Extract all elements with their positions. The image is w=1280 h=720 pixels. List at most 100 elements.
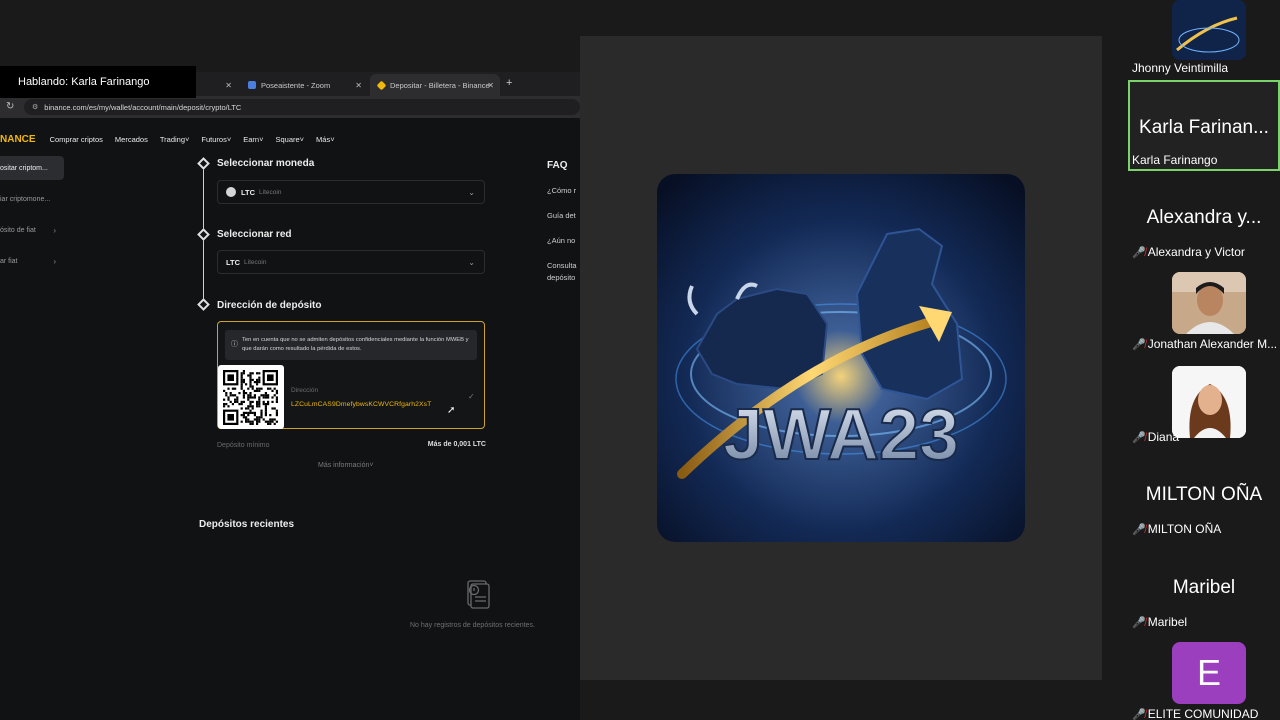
participant-video-jonathan[interactable]: [1172, 272, 1246, 334]
logo-text: JWA23: [723, 395, 959, 475]
info-icon: ⓘ: [231, 341, 238, 348]
participant-display-name: Alexandra y...: [1146, 207, 1262, 228]
participant-name: 🎤̸ Diana: [1132, 430, 1179, 444]
nav-markets[interactable]: Mercados: [115, 135, 148, 144]
close-tab-icon[interactable]: ✕: [355, 81, 362, 90]
participant-video-diana[interactable]: [1172, 366, 1246, 438]
participant-name: Karla Farinango: [1132, 153, 1218, 167]
muted-mic-icon: 🎤̸: [1132, 524, 1146, 536]
site-settings-icon[interactable]: ⚙: [32, 103, 38, 111]
faq-item[interactable]: ¿Aún no: [547, 235, 577, 247]
participant-name-text: Maribel: [1147, 615, 1188, 629]
participant-name-text: ELITE COMUNIDAD: [1147, 707, 1259, 720]
chevron-down-icon: ⌄: [468, 257, 475, 267]
participant-name: 🎤̸ MILTON OÑA: [1132, 522, 1221, 536]
qr-code[interactable]: [218, 365, 284, 429]
coin-select[interactable]: LTC Litecoin ⌄: [217, 180, 485, 204]
reload-icon[interactable]: ↻: [6, 101, 14, 112]
deposit-address-card: ⓘ Ten en cuenta que no se admiten depósi…: [217, 321, 485, 429]
step-deposit-address-title: Dirección de depósito: [217, 300, 322, 311]
faq-item[interactable]: Consulta: [547, 260, 577, 272]
url-field[interactable]: ⚙ binance.com/es/my/wallet/account/main/…: [24, 99, 580, 115]
avatar-letter: E: [1196, 652, 1221, 693]
nav-earn[interactable]: Earn˅: [243, 135, 263, 144]
chevron-down-icon: ⌄: [468, 187, 475, 197]
new-tab-button[interactable]: +: [506, 77, 512, 89]
min-deposit-label: Depósito mínimo: [217, 442, 270, 449]
step-marker-icon: [197, 157, 210, 170]
nav-label: Earn: [243, 134, 260, 144]
jwa23-mini-logo: [1172, 0, 1246, 60]
litecoin-icon: [226, 187, 236, 197]
participant-display-name: Maribel: [1172, 577, 1236, 598]
muted-mic-icon: 🎤̸: [1132, 339, 1146, 351]
coin-code: LTC: [241, 187, 256, 197]
browser-address-bar: ↻ ⚙ binance.com/es/my/wallet/account/mai…: [0, 96, 580, 118]
step-select-network-title: Seleccionar red: [217, 229, 292, 240]
bull-bear-logo-image: JWA23: [657, 174, 1025, 542]
shared-screen: ✕ Poseaistente - Zoom ✕ Depositar - Bill…: [0, 72, 580, 720]
browser-tab-binance[interactable]: Depositar - Billetera - Binance ✕: [370, 74, 500, 96]
chevron-down-icon: ˅: [259, 134, 264, 144]
browser-tab-1[interactable]: ✕: [196, 74, 238, 96]
nav-more[interactable]: Más˅: [316, 135, 335, 144]
active-speaker-banner: Hablando: Karla Farinango: [0, 66, 196, 98]
nav-label: Más: [316, 134, 331, 144]
network-code: LTC: [226, 257, 241, 267]
participant-display-name: Karla Farinan...: [1139, 117, 1269, 138]
participant-name-text: Alexandra y Victor: [1147, 245, 1245, 259]
mouse-cursor-icon: ➚: [447, 405, 456, 416]
nav-label: Trading: [159, 134, 186, 144]
copy-check-icon[interactable]: ✓: [468, 392, 475, 401]
nav-buy-crypto[interactable]: Comprar criptos: [50, 135, 103, 144]
step-select-coin-title: Seleccionar moneda: [217, 158, 315, 169]
address-label: Dirección: [291, 387, 319, 394]
muted-mic-icon: 🎤̸: [1132, 247, 1146, 259]
browser-tab-zoom[interactable]: Poseaistente - Zoom ✕: [240, 74, 368, 96]
more-info-link[interactable]: Más información˅: [318, 462, 373, 469]
sidebar-item-send-crypto[interactable]: iar criptomone...: [0, 187, 64, 211]
chevron-down-icon: ˅: [226, 134, 232, 144]
tab-label: Poseaistente - Zoom: [261, 80, 331, 90]
close-tab-icon[interactable]: ✕: [487, 81, 494, 90]
coin-name: Litecoin: [259, 188, 282, 196]
chevron-down-icon: ˅: [330, 134, 335, 144]
muted-mic-icon: 🎤̸: [1132, 617, 1146, 629]
faq-title: FAQ: [547, 160, 568, 171]
chevron-right-icon: ›: [53, 225, 56, 235]
nav-label: Futuros: [201, 134, 227, 144]
faq-item[interactable]: depósito: [547, 272, 577, 284]
sidebar-item-deposit-crypto[interactable]: ositar criptom...: [0, 156, 64, 180]
participants-panel: Jhonny Veintimilla Karla Farinan... Karl…: [1128, 0, 1280, 720]
network-select[interactable]: LTC Litecoin ⌄: [217, 250, 485, 274]
diana-photo: [1172, 366, 1246, 438]
participant-name-text: Jonathan Alexander M...: [1147, 337, 1278, 351]
deposit-sidebar: ositar criptom... iar criptomone... ósit…: [0, 156, 64, 280]
muted-mic-icon: 🎤̸: [1132, 432, 1146, 444]
deposit-address[interactable]: LZCuLmCAS9DmefybwsKCWVCRfgarh2XsT: [291, 401, 431, 408]
binance-logo[interactable]: NANCE: [0, 134, 36, 145]
nav-label: Square: [275, 134, 300, 144]
notice-text: Ten en cuenta que no se admiten depósito…: [242, 337, 469, 352]
chevron-right-icon: ›: [53, 256, 56, 266]
participant-name-text: MILTON OÑA: [1147, 522, 1222, 536]
chevron-down-icon: ˅: [369, 462, 374, 469]
more-info-label: Más información: [318, 462, 370, 469]
recent-deposits-title: Depósitos recientes: [199, 519, 295, 530]
participant-name: 🎤̸ Maribel: [1132, 615, 1187, 629]
participant-tile-karla[interactable]: Karla Farinan... Karla Farinango: [1128, 80, 1280, 171]
participant-video-jhonny[interactable]: [1172, 0, 1246, 60]
close-tab-icon[interactable]: ✕: [225, 81, 232, 90]
participant-avatar-elite[interactable]: E: [1172, 642, 1246, 704]
jwa23-logo: JWA23: [657, 174, 1025, 542]
recent-deposits-empty: No hay registros de depósitos recientes.: [410, 622, 535, 629]
faq-item[interactable]: ¿Cómo r: [547, 185, 577, 197]
sidebar-item-deposit-fiat[interactable]: ósito de fiat ›: [0, 218, 64, 242]
nav-futures[interactable]: Futuros˅: [201, 135, 231, 144]
nav-square[interactable]: Square˅: [275, 135, 304, 144]
participant-name: 🎤̸ ELITE COMUNIDAD: [1132, 707, 1258, 720]
nav-trading[interactable]: Trading˅: [160, 135, 190, 144]
sidebar-item-withdraw-fiat[interactable]: ar fiat ›: [0, 249, 64, 273]
zoom-meeting-window: Hablando: Karla Farinango ✕ Poseaistente…: [0, 0, 1280, 720]
faq-item[interactable]: Guía det: [547, 210, 577, 222]
